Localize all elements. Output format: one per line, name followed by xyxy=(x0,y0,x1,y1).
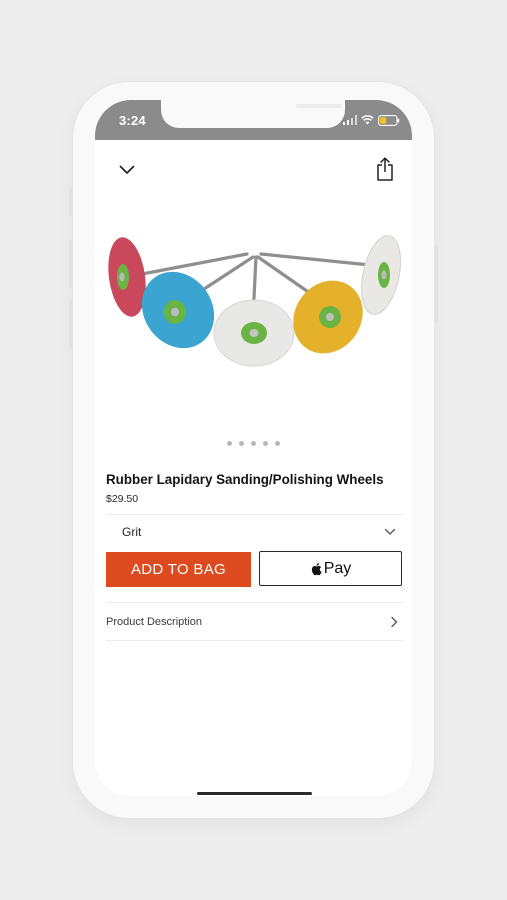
wheel-cream xyxy=(361,235,401,315)
battery-icon xyxy=(378,114,400,126)
product-price: $29.50 xyxy=(106,493,139,505)
home-indicator[interactable] xyxy=(197,792,312,795)
product-description-row[interactable]: Product Description xyxy=(106,603,404,640)
app-stage: 3:24 Rubber Lapidary Sanding/Polishing W… xyxy=(0,0,507,900)
image-carousel-dots[interactable] xyxy=(95,441,412,447)
carousel-dot[interactable] xyxy=(275,441,280,446)
wheel-white xyxy=(213,299,295,367)
status-time: 3:24 xyxy=(119,113,146,128)
chevron-down-icon xyxy=(384,528,396,535)
status-icons xyxy=(343,114,400,126)
signal-bars-icon xyxy=(343,115,357,125)
apple-pay-label: Pay xyxy=(323,559,352,577)
product-title: Rubber Lapidary Sanding/Polishing Wheels xyxy=(106,472,384,487)
power-button xyxy=(434,245,438,323)
share-button[interactable] xyxy=(374,156,396,182)
chevron-right-icon xyxy=(391,616,398,628)
collapse-button[interactable] xyxy=(117,162,137,178)
product-description-label: Product Description xyxy=(106,616,202,628)
carousel-dot[interactable] xyxy=(263,441,268,446)
wifi-icon xyxy=(361,115,374,125)
share-icon xyxy=(377,157,393,181)
divider xyxy=(106,640,404,641)
apple-logo-icon xyxy=(311,562,322,575)
notch xyxy=(161,100,345,128)
chevron-down-icon xyxy=(119,165,135,174)
product-image[interactable] xyxy=(95,220,412,380)
carousel-dot[interactable] xyxy=(251,441,256,446)
status-bar: 3:24 xyxy=(95,100,412,140)
add-to-bag-button[interactable]: ADD TO BAG xyxy=(106,552,251,587)
phone-screen: 3:24 Rubber Lapidary Sanding/Polishing W… xyxy=(95,100,412,796)
carousel-dot[interactable] xyxy=(239,441,244,446)
earpiece-speaker xyxy=(296,104,342,108)
carousel-dot[interactable] xyxy=(227,441,232,446)
apple-pay-button[interactable]: Pay xyxy=(259,551,402,586)
grit-select[interactable]: Grit xyxy=(106,515,404,549)
grit-label: Grit xyxy=(122,525,142,539)
